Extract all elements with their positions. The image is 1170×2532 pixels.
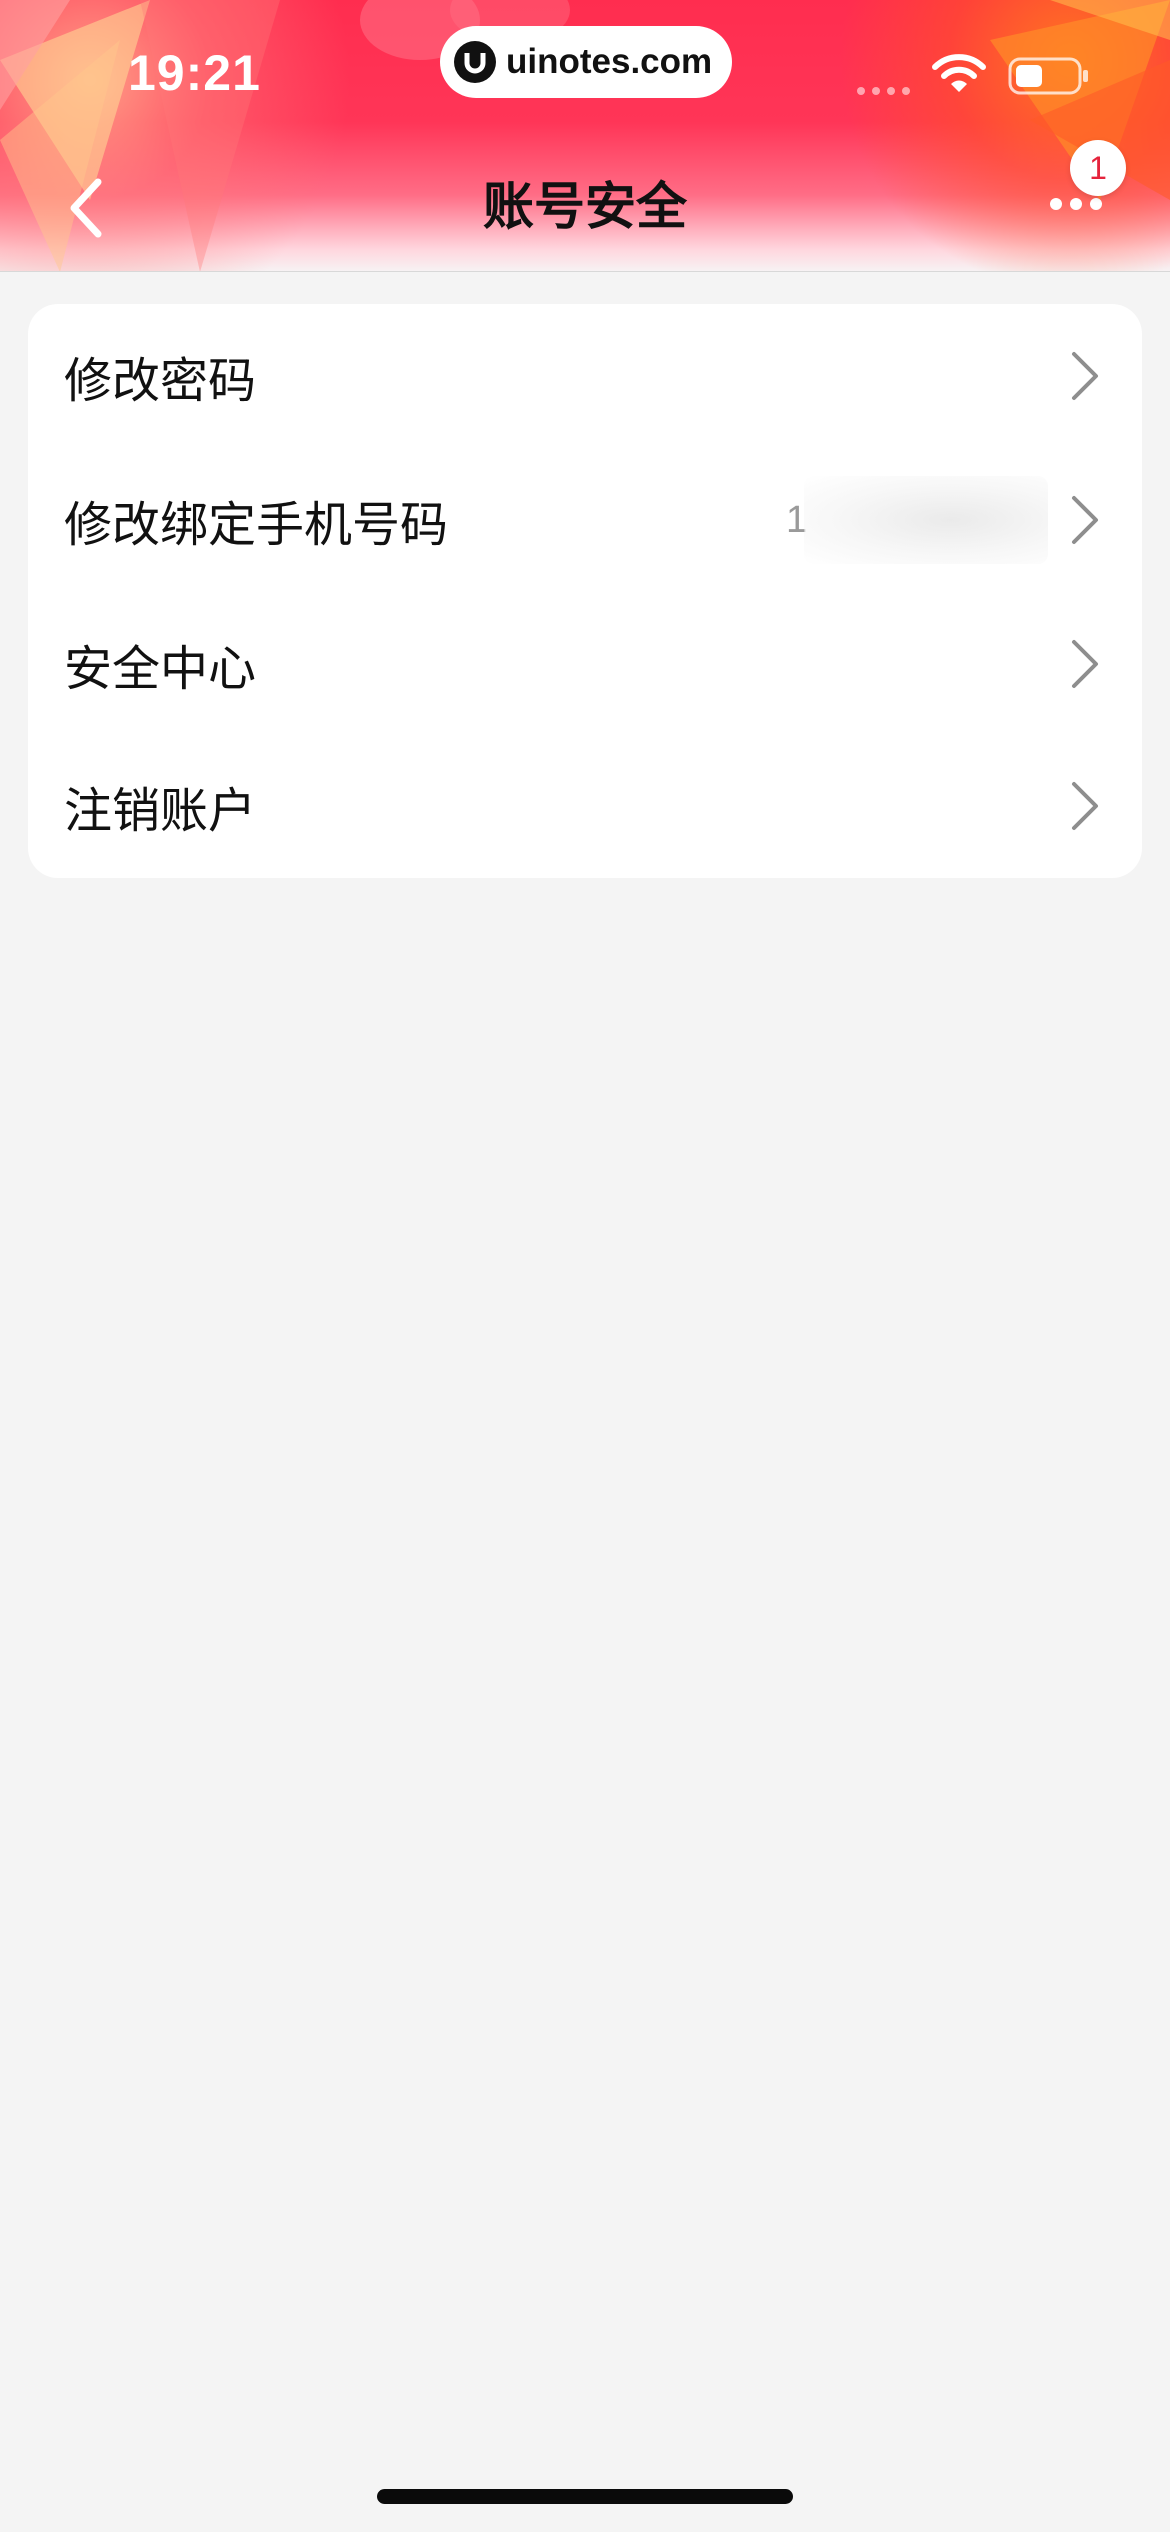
wifi-icon bbox=[932, 54, 986, 92]
list-item-change-password[interactable]: 修改密码 bbox=[28, 304, 1142, 448]
list-item-label: 注销账户 bbox=[64, 783, 257, 839]
list-item-change-phone[interactable]: 修改绑定手机号码 1 bbox=[28, 448, 1142, 592]
back-chevron-icon bbox=[70, 178, 102, 238]
page-title: 账号安全 bbox=[482, 178, 687, 237]
chevron-right-icon bbox=[1072, 496, 1098, 544]
list-item-label: 修改绑定手机号码 bbox=[64, 497, 449, 553]
list-item-label: 修改密码 bbox=[64, 353, 257, 409]
chevron-right-icon bbox=[1072, 352, 1098, 400]
url-pill[interactable]: uinotes.com bbox=[440, 26, 732, 98]
signal-icon bbox=[857, 87, 910, 95]
status-time: 19:21 bbox=[128, 45, 261, 101]
back-button[interactable] bbox=[56, 172, 116, 244]
account-security-list: 修改密码 修改绑定手机号码 1 安全中心 注销账户 bbox=[28, 304, 1142, 878]
list-item-label: 安全中心 bbox=[64, 641, 257, 697]
home-indicator[interactable] bbox=[377, 2489, 793, 2504]
list-item-security-center[interactable]: 安全中心 bbox=[28, 592, 1142, 736]
battery-icon bbox=[1008, 57, 1088, 95]
url-text: uinotes.com bbox=[506, 42, 713, 81]
chevron-right-icon bbox=[1072, 782, 1098, 830]
chevron-right-icon bbox=[1072, 640, 1098, 688]
notification-badge: 1 bbox=[1070, 140, 1126, 196]
uinotes-logo-icon bbox=[454, 41, 496, 83]
list-item-delete-account[interactable]: 注销账户 bbox=[28, 734, 1142, 878]
phone-number-redaction bbox=[804, 476, 1048, 564]
